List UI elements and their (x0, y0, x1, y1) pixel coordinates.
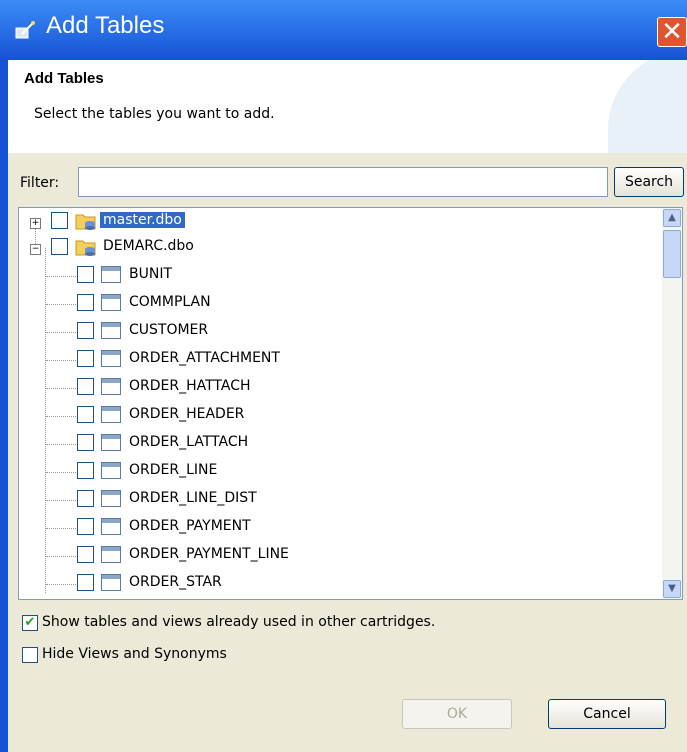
tree-line (46, 556, 76, 557)
table-icon (101, 294, 121, 311)
table-icon (101, 406, 121, 423)
table-icon (101, 266, 121, 283)
table-label: ORDER_LATTACH (129, 434, 249, 450)
table-icon (101, 462, 121, 479)
table-checkbox[interactable] (77, 462, 94, 479)
scroll-down-icon[interactable]: ▼ (663, 580, 681, 598)
tree-line (46, 472, 76, 473)
window-title: Add Tables (46, 12, 165, 39)
table-icon (101, 490, 121, 507)
table-checkbox[interactable] (77, 434, 94, 451)
table-icon (101, 518, 121, 535)
tree-item-table[interactable]: ORDER_LINE_DIST (19, 488, 659, 512)
table-icon (101, 574, 121, 591)
table-checkbox[interactable] (77, 378, 94, 395)
table-label: ORDER_HATTACH (129, 378, 251, 394)
tree-line (46, 416, 76, 417)
tree-line (46, 388, 76, 389)
tree-line (46, 500, 76, 501)
filter-input[interactable] (78, 167, 608, 197)
window-border (0, 60, 8, 752)
tree-line (46, 528, 76, 529)
tree-item-table[interactable]: COMMPLAN (19, 292, 659, 316)
table-checkbox[interactable] (77, 350, 94, 367)
tree-line (46, 584, 76, 585)
tree-item-table[interactable]: ORDER_PAYMENT (19, 516, 659, 540)
table-label: ORDER_LINE (129, 462, 218, 478)
title-bar: Add Tables ✕ (0, 0, 687, 60)
table-checkbox[interactable] (77, 322, 94, 339)
hide-views-checkbox[interactable] (22, 647, 38, 663)
show-used-checkbox[interactable]: ✔ (22, 615, 38, 631)
table-label: CUSTOMER (129, 322, 209, 338)
database-folder-icon (75, 214, 96, 230)
table-label: ORDER_LINE_DIST (129, 490, 257, 506)
table-label: COMMPLAN (129, 294, 211, 310)
tree-line (46, 276, 76, 277)
table-checkbox[interactable] (77, 518, 94, 535)
tree-node-label: master.dbo (100, 212, 185, 228)
table-icon (101, 546, 121, 563)
table-label: ORDER_ATTACHMENT (129, 350, 280, 366)
table-icon (101, 434, 121, 451)
wizard-icon (15, 21, 35, 39)
tree-line (46, 304, 76, 305)
banner-title: Add Tables (24, 70, 104, 87)
collapse-icon[interactable]: − (30, 244, 41, 255)
table-label: BUNIT (129, 266, 173, 282)
tree-item-table[interactable]: CUSTOMER (19, 320, 659, 344)
dialog-body: Filter: Search + master.dbo − DEMARC.dbo… (8, 153, 687, 752)
cancel-button[interactable]: Cancel (548, 699, 666, 729)
ok-button[interactable]: OK (402, 699, 512, 729)
expand-icon[interactable]: + (30, 218, 41, 229)
node-checkbox[interactable] (51, 212, 68, 229)
database-folder-icon (75, 240, 96, 256)
table-checkbox[interactable] (77, 574, 94, 591)
tree-item-table[interactable]: ORDER_STAR (19, 572, 659, 596)
tree-item-table[interactable]: ORDER_LINE (19, 460, 659, 484)
table-icon (101, 378, 121, 395)
table-checkbox[interactable] (77, 294, 94, 311)
tree-node-demarc-dbo[interactable]: − DEMARC.dbo (19, 236, 659, 260)
table-label: ORDER_PAYMENT (129, 518, 251, 534)
tree-item-table[interactable]: ORDER_ATTACHMENT (19, 348, 659, 372)
table-checkbox[interactable] (77, 546, 94, 563)
table-icon (101, 350, 121, 367)
tree-line (46, 360, 76, 361)
table-checkbox[interactable] (77, 266, 94, 283)
tree-node-label: DEMARC.dbo (103, 238, 194, 254)
search-button[interactable]: Search (614, 167, 684, 197)
tree-node-master-dbo[interactable]: + master.dbo (19, 210, 659, 234)
scroll-up-icon[interactable]: ▲ (663, 209, 681, 227)
scroll-thumb[interactable] (663, 230, 681, 278)
tree-item-table[interactable]: ORDER_HEADER (19, 404, 659, 428)
table-label: ORDER_PAYMENT_LINE (129, 546, 289, 562)
table-label: ORDER_STAR (129, 574, 222, 590)
tree-item-table[interactable]: ORDER_LATTACH (19, 432, 659, 456)
vertical-scrollbar[interactable]: ▲ ▼ (662, 208, 682, 599)
banner-decoration (608, 60, 687, 153)
table-icon (101, 322, 121, 339)
node-checkbox[interactable] (51, 238, 68, 255)
tree-item-table[interactable]: ORDER_PAYMENT_LINE (19, 544, 659, 568)
table-label: ORDER_HEADER (129, 406, 245, 422)
tree-item-table[interactable]: ORDER_HATTACH (19, 376, 659, 400)
banner-description: Select the tables you want to add. (34, 106, 275, 122)
header-banner: Add Tables Select the tables you want to… (8, 60, 687, 154)
table-checkbox[interactable] (77, 490, 94, 507)
hide-views-label: Hide Views and Synonyms (42, 646, 227, 662)
table-checkbox[interactable] (77, 406, 94, 423)
tables-tree[interactable]: + master.dbo − DEMARC.dbo BUNIT COMMPLAN… (18, 207, 683, 600)
close-button[interactable]: ✕ (657, 17, 687, 47)
tree-line (46, 332, 76, 333)
tree-line (46, 444, 76, 445)
filter-label: Filter: (20, 175, 60, 191)
tree-item-table[interactable]: BUNIT (19, 264, 659, 288)
show-used-label: Show tables and views already used in ot… (42, 614, 436, 630)
